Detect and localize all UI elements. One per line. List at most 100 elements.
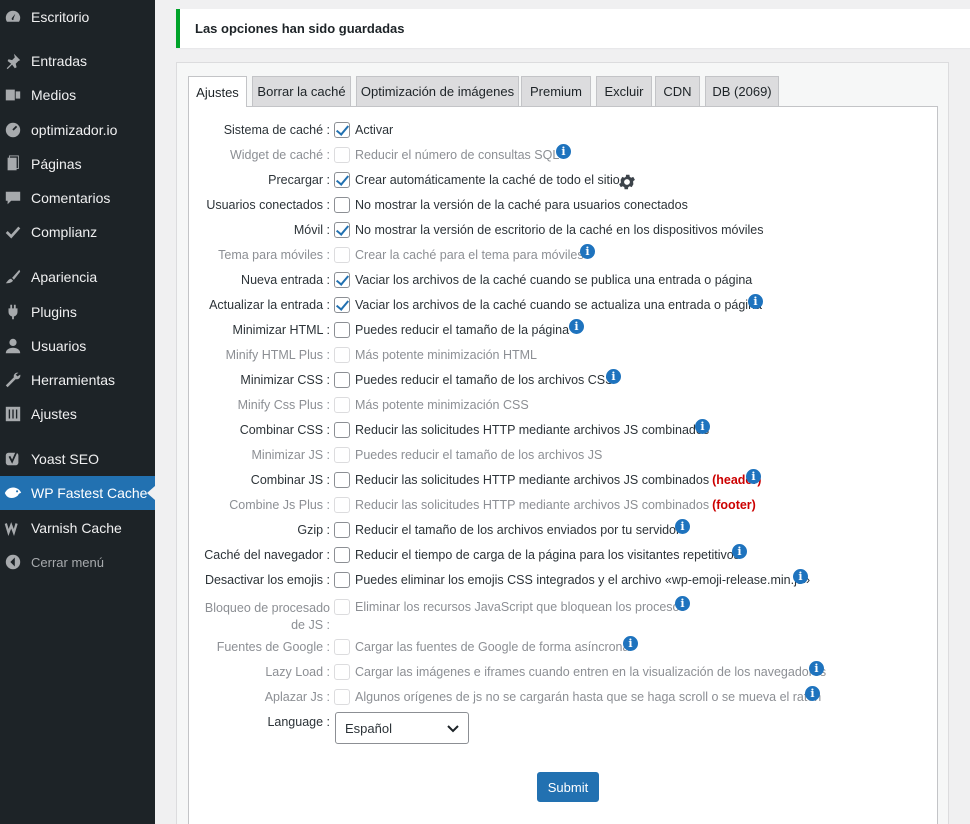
- option-label: Caché del navegador :: [204, 548, 330, 562]
- dashboard-icon: [4, 8, 22, 26]
- info-icon[interactable]: i: [675, 519, 690, 534]
- submit-button[interactable]: Submit: [537, 772, 599, 802]
- option-label: Aplazar Js :: [264, 690, 330, 704]
- sidebar-item-p-ginas[interactable]: Páginas: [0, 147, 155, 181]
- option-label: Widget de caché :: [229, 148, 330, 162]
- sidebar-item-escritorio[interactable]: Escritorio: [0, 0, 155, 34]
- option-checkbox[interactable]: [334, 322, 350, 338]
- info-icon[interactable]: i: [809, 661, 824, 676]
- sidebar-item-label: Cerrar menú: [31, 554, 104, 570]
- language-label: Language :: [267, 715, 330, 729]
- sidebar-item-apariencia[interactable]: Apariencia: [0, 260, 155, 294]
- option-description: Cargar las fuentes de Google de forma as…: [355, 640, 629, 654]
- sidebar-item-entradas[interactable]: Entradas: [0, 44, 155, 78]
- sidebar-item-usuarios[interactable]: Usuarios: [0, 329, 155, 363]
- info-icon[interactable]: i: [556, 144, 571, 159]
- info-icon[interactable]: i: [793, 569, 808, 584]
- check-icon: [4, 223, 22, 241]
- tab-borrar-la-cach-[interactable]: Borrar la caché: [252, 76, 351, 106]
- option-description: Reducir las solicitudes HTTP mediante ar…: [355, 473, 761, 487]
- option-description: Reducir el tiempo de carga de la página …: [355, 548, 740, 562]
- sidebar-item-label: Yoast SEO: [31, 451, 99, 467]
- varnish-icon: [4, 519, 22, 537]
- option-description: Algunos orígenes de js no se cargarán ha…: [355, 690, 821, 704]
- option-text: Reducir las solicitudes HTTP mediante ar…: [355, 423, 710, 437]
- option-label: Minimizar HTML :: [232, 323, 330, 337]
- option-checkbox: [334, 247, 350, 263]
- sidebar-item-label: Entradas: [31, 53, 88, 69]
- option-label: Minify Css Plus :: [237, 398, 330, 412]
- sidebar-item-comentarios[interactable]: Comentarios: [0, 181, 155, 215]
- option-checkbox[interactable]: [334, 372, 350, 388]
- sidebar-item-medios[interactable]: Medios: [0, 78, 155, 112]
- option-description: No mostrar la versión de escritorio de l…: [355, 223, 764, 237]
- option-checkbox[interactable]: [334, 122, 350, 138]
- sidebar-item-label: Varnish Cache: [31, 520, 122, 536]
- sidebar-item-cerrar-men-[interactable]: Cerrar menú: [0, 545, 155, 579]
- option-checkbox: [334, 397, 350, 413]
- option-description: Puedes reducir el tamaño de los archivos…: [355, 448, 602, 462]
- option-text: No mostrar la versión de la caché para u…: [355, 198, 688, 212]
- tab-excluir[interactable]: Excluir: [596, 76, 652, 106]
- option-label: Bloqueo de procesado de JS :: [204, 601, 330, 632]
- sidebar-item-herramientas[interactable]: Herramientas: [0, 363, 155, 397]
- option-label: Precargar :: [268, 173, 330, 187]
- option-description: Reducir el tamaño de los archivos enviad…: [355, 523, 680, 537]
- option-checkbox[interactable]: [334, 472, 350, 488]
- info-icon[interactable]: i: [695, 419, 710, 434]
- sidebar-item-optimizador-io[interactable]: optimizador.io: [0, 113, 155, 147]
- info-icon[interactable]: i: [606, 369, 621, 384]
- option-checkbox[interactable]: [334, 272, 350, 288]
- info-icon[interactable]: i: [732, 544, 747, 559]
- option-checkbox[interactable]: [334, 547, 350, 563]
- sidebar-item-yoast-seo[interactable]: Yoast SEO: [0, 442, 155, 476]
- language-select[interactable]: Español: [335, 712, 469, 744]
- info-icon[interactable]: i: [675, 596, 690, 611]
- sidebar-item-label: Medios: [31, 87, 77, 103]
- option-checkbox[interactable]: [334, 197, 350, 213]
- option-checkbox: [334, 347, 350, 363]
- option-checkbox[interactable]: [334, 222, 350, 238]
- option-checkbox[interactable]: [334, 572, 350, 588]
- sidebar-item-plugins[interactable]: Plugins: [0, 295, 155, 329]
- info-icon[interactable]: i: [623, 636, 638, 651]
- option-checkbox[interactable]: [334, 297, 350, 313]
- option-tag: (footer): [712, 498, 756, 512]
- gauge-icon: [4, 121, 22, 139]
- tab-premium[interactable]: Premium: [521, 76, 591, 106]
- tab-ajustes[interactable]: Ajustes: [188, 76, 247, 107]
- info-icon[interactable]: i: [746, 469, 761, 484]
- option-description: Crear la caché para el tema para móviles: [355, 248, 584, 262]
- sidebar-item-varnish-cache[interactable]: Varnish Cache: [0, 511, 155, 545]
- tab-optimizaci-n-de-im-genes[interactable]: Optimización de imágenes: [356, 76, 519, 106]
- info-icon[interactable]: i: [580, 244, 595, 259]
- option-label: Sistema de caché :: [223, 123, 330, 137]
- sidebar-item-complianz[interactable]: Complianz: [0, 215, 155, 249]
- option-description: Reducir las solicitudes HTTP mediante ar…: [355, 423, 709, 437]
- option-description: Reducir el número de consultas SQL: [355, 148, 559, 162]
- info-icon[interactable]: i: [569, 319, 584, 334]
- option-text: No mostrar la versión de escritorio de l…: [355, 223, 764, 237]
- option-description: Activar: [355, 123, 393, 137]
- tab-cdn[interactable]: CDN: [655, 76, 700, 106]
- option-label: Combinar JS :: [250, 473, 330, 487]
- chevron-down-icon: [447, 725, 459, 733]
- option-checkbox: [334, 147, 350, 163]
- sidebar-item-label: Herramientas: [31, 372, 116, 388]
- info-icon[interactable]: i: [805, 686, 820, 701]
- option-checkbox: [334, 639, 350, 655]
- option-label: Minify HTML Plus :: [225, 348, 330, 362]
- option-text: Puedes reducir el tamaño de los archivos…: [355, 448, 603, 462]
- sidebar-item-ajustes[interactable]: Ajustes: [0, 397, 155, 431]
- option-checkbox: [334, 599, 350, 615]
- sidebar-item-label: Plugins: [31, 304, 77, 320]
- option-checkbox[interactable]: [334, 172, 350, 188]
- info-icon[interactable]: i: [748, 294, 763, 309]
- gear-icon[interactable]: [617, 172, 637, 192]
- sidebar-item-label: Ajustes: [31, 406, 77, 422]
- option-checkbox[interactable]: [334, 422, 350, 438]
- option-checkbox[interactable]: [334, 522, 350, 538]
- option-description: Más potente minimización HTML: [355, 348, 537, 362]
- tab-db-2069-[interactable]: DB (2069): [705, 76, 779, 106]
- sidebar-item-wp-fastest-cache[interactable]: WP Fastest Cache: [0, 476, 155, 510]
